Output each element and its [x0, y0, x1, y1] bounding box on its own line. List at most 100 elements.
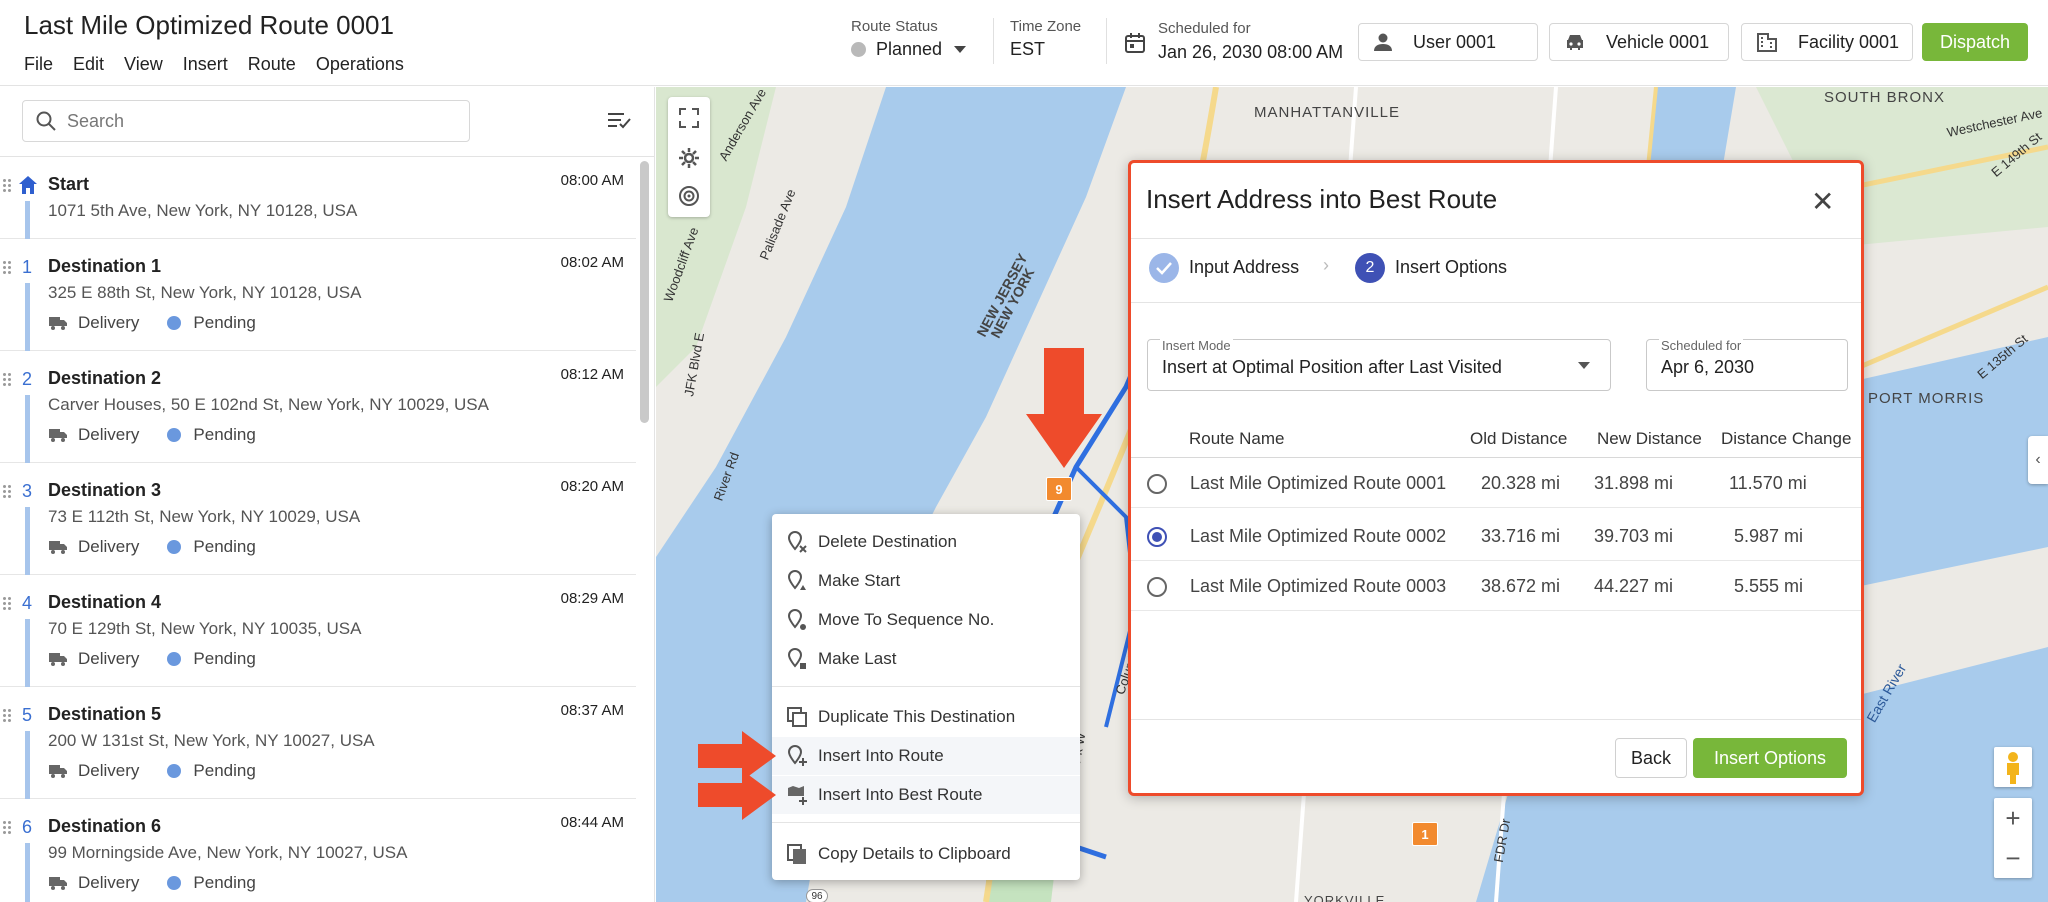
stop-time: 08:20 AM — [560, 478, 624, 495]
menu-item-insert-into-best-route[interactable]: Insert Into Best Route — [772, 776, 1080, 814]
route-radio[interactable] — [1147, 527, 1167, 547]
menu-edit[interactable]: Edit — [73, 54, 104, 75]
step-input-address[interactable]: Input Address — [1189, 257, 1299, 278]
map-marker[interactable]: 9 — [1046, 477, 1072, 501]
stop-status: Pending — [193, 649, 256, 668]
stop-time: 08:44 AM — [560, 814, 624, 831]
column-header[interactable]: Route Name — [1189, 429, 1284, 449]
stop-meta: Delivery Pending — [48, 425, 256, 445]
table-row[interactable]: Last Mile Optimized Route 0001 20.328 mi… — [1131, 458, 1861, 508]
gear-icon[interactable] — [678, 147, 700, 169]
check-icon — [1149, 253, 1179, 283]
stop-number: 2 — [22, 369, 33, 389]
stop-row[interactable]: 6 Destination 6 99 Morningside Ave, New … — [0, 799, 636, 902]
drag-handle-icon[interactable] — [3, 261, 11, 275]
menu-item-delete-destination[interactable]: Delete Destination — [772, 523, 1080, 561]
menu-item-label: Move To Sequence No. — [818, 610, 995, 629]
drag-handle-icon[interactable] — [3, 373, 11, 387]
stop-row-start[interactable]: Start 1071 5th Ave, New York, NY 10128, … — [0, 157, 636, 239]
field-value: Insert at Optimal Position after Last Vi… — [1162, 357, 1502, 377]
distance-change: 5.987 mi — [1734, 526, 1804, 546]
stop-status: Pending — [193, 313, 256, 332]
home-icon — [19, 176, 37, 194]
route-radio[interactable] — [1147, 474, 1167, 494]
back-button[interactable]: Back — [1615, 738, 1687, 778]
menu-item-duplicate[interactable]: Duplicate This Destination — [772, 698, 1080, 736]
column-header[interactable]: Old Distance — [1470, 429, 1567, 449]
vehicle-label: Vehicle 0001 — [1606, 31, 1710, 52]
table-row[interactable]: Last Mile Optimized Route 0002 33.716 mi… — [1131, 511, 1861, 561]
map-label: MANHATTANVILLE — [1254, 104, 1400, 121]
menu-insert[interactable]: Insert — [183, 54, 228, 75]
insert-options-button[interactable]: Insert Options — [1693, 738, 1847, 778]
scrollbar[interactable] — [640, 161, 649, 423]
close-icon[interactable]: ✕ — [1811, 185, 1834, 218]
map-marker[interactable]: 1 — [1412, 822, 1438, 846]
app: Last Mile Optimized Route 0001 File Edit… — [0, 0, 2048, 902]
search-input[interactable] — [67, 110, 447, 132]
stop-time: 08:37 AM — [560, 702, 624, 719]
context-menu: Delete Destination Make Start Move To Se… — [772, 514, 1080, 880]
dispatch-button[interactable]: Dispatch — [1922, 23, 2028, 61]
facility-label: Facility 0001 — [1798, 31, 1900, 52]
route-rail — [25, 619, 30, 687]
drag-handle-icon[interactable] — [3, 485, 11, 499]
drag-handle-icon[interactable] — [3, 821, 11, 835]
stop-row[interactable]: 5 Destination 5 200 W 131st St, New York… — [0, 687, 636, 799]
new-distance: 31.898 mi — [1594, 473, 1674, 493]
stop-row[interactable]: 3 Destination 3 73 E 112th St, New York,… — [0, 463, 636, 575]
column-header[interactable]: New Distance — [1597, 429, 1702, 449]
menu-item-label: Make Start — [818, 571, 901, 590]
search-box[interactable] — [22, 100, 470, 142]
stop-name: Destination 3 — [48, 480, 162, 500]
time-zone-value: EST — [1010, 39, 1046, 59]
stop-row[interactable]: 1 Destination 1 325 E 88th St, New York,… — [0, 239, 636, 351]
menu-route[interactable]: Route — [248, 54, 296, 75]
stop-row[interactable]: 2 Destination 2 Carver Houses, 50 E 102n… — [0, 351, 636, 463]
menu-item-make-start[interactable]: Make Start — [772, 562, 1080, 600]
stop-type: Delivery — [78, 313, 140, 332]
header: Last Mile Optimized Route 0001 File Edit… — [0, 0, 2048, 86]
menu-item-move-to-sequence[interactable]: Move To Sequence No. — [772, 601, 1080, 639]
insert-mode-select[interactable]: Insert Mode Insert at Optimal Position a… — [1147, 338, 1611, 391]
red-arrow-right-icon — [698, 770, 776, 820]
table-header: Route Name Old Distance New Distance Dis… — [1131, 417, 1861, 457]
table-row[interactable]: Last Mile Optimized Route 0003 38.672 mi… — [1131, 561, 1861, 611]
status-dot-icon — [167, 652, 182, 666]
menu-operations[interactable]: Operations — [316, 54, 404, 75]
column-header[interactable]: Distance Change — [1721, 429, 1851, 449]
menu-file[interactable]: File — [24, 54, 53, 75]
drag-handle-icon[interactable] — [3, 179, 11, 193]
zoom-in-button[interactable]: + — [1994, 798, 2032, 838]
sort-list-icon[interactable] — [606, 109, 632, 131]
route-status[interactable]: Route Status Planned — [851, 18, 967, 68]
menu-item-insert-into-route[interactable]: Insert Into Route — [772, 737, 1080, 775]
facility-button[interactable]: Facility 0001 — [1741, 23, 1913, 61]
route-rail — [25, 395, 30, 463]
delivery-truck-icon — [49, 429, 67, 442]
drag-handle-icon[interactable] — [3, 709, 11, 723]
pin-move-icon — [787, 609, 806, 630]
zoom-out-button[interactable]: − — [1994, 838, 2032, 878]
user-button[interactable]: User 0001 — [1358, 23, 1538, 61]
stop-row[interactable]: 4 Destination 4 70 E 129th St, New York,… — [0, 575, 636, 687]
status-dot-icon — [851, 42, 866, 57]
fullscreen-icon[interactable] — [678, 107, 700, 129]
user-label: User 0001 — [1413, 31, 1497, 52]
menu-view[interactable]: View — [124, 54, 163, 75]
chevron-left-icon[interactable]: ‹ — [2028, 436, 2048, 484]
scheduled-date-field[interactable]: Scheduled for Apr 6, 2030 — [1646, 338, 1848, 391]
field-value: Apr 6, 2030 — [1661, 357, 1755, 377]
drag-handle-icon[interactable] — [3, 597, 11, 611]
stop-name: Start — [48, 174, 90, 194]
chevron-down-icon — [954, 46, 967, 53]
route-radio[interactable] — [1147, 577, 1167, 597]
stop-address: 73 E 112th St, New York, NY 10029, USA — [48, 507, 361, 526]
menu-item-make-last[interactable]: Make Last — [772, 640, 1080, 678]
menu-item-copy-details[interactable]: Copy Details to Clipboard — [772, 835, 1080, 873]
menu-item-label: Make Last — [818, 649, 897, 668]
geofence-icon[interactable] — [678, 185, 700, 207]
street-view-icon[interactable] — [1994, 747, 2032, 787]
vehicle-button[interactable]: Vehicle 0001 — [1549, 23, 1729, 61]
route-name: Last Mile Optimized Route 0003 — [1190, 576, 1447, 596]
